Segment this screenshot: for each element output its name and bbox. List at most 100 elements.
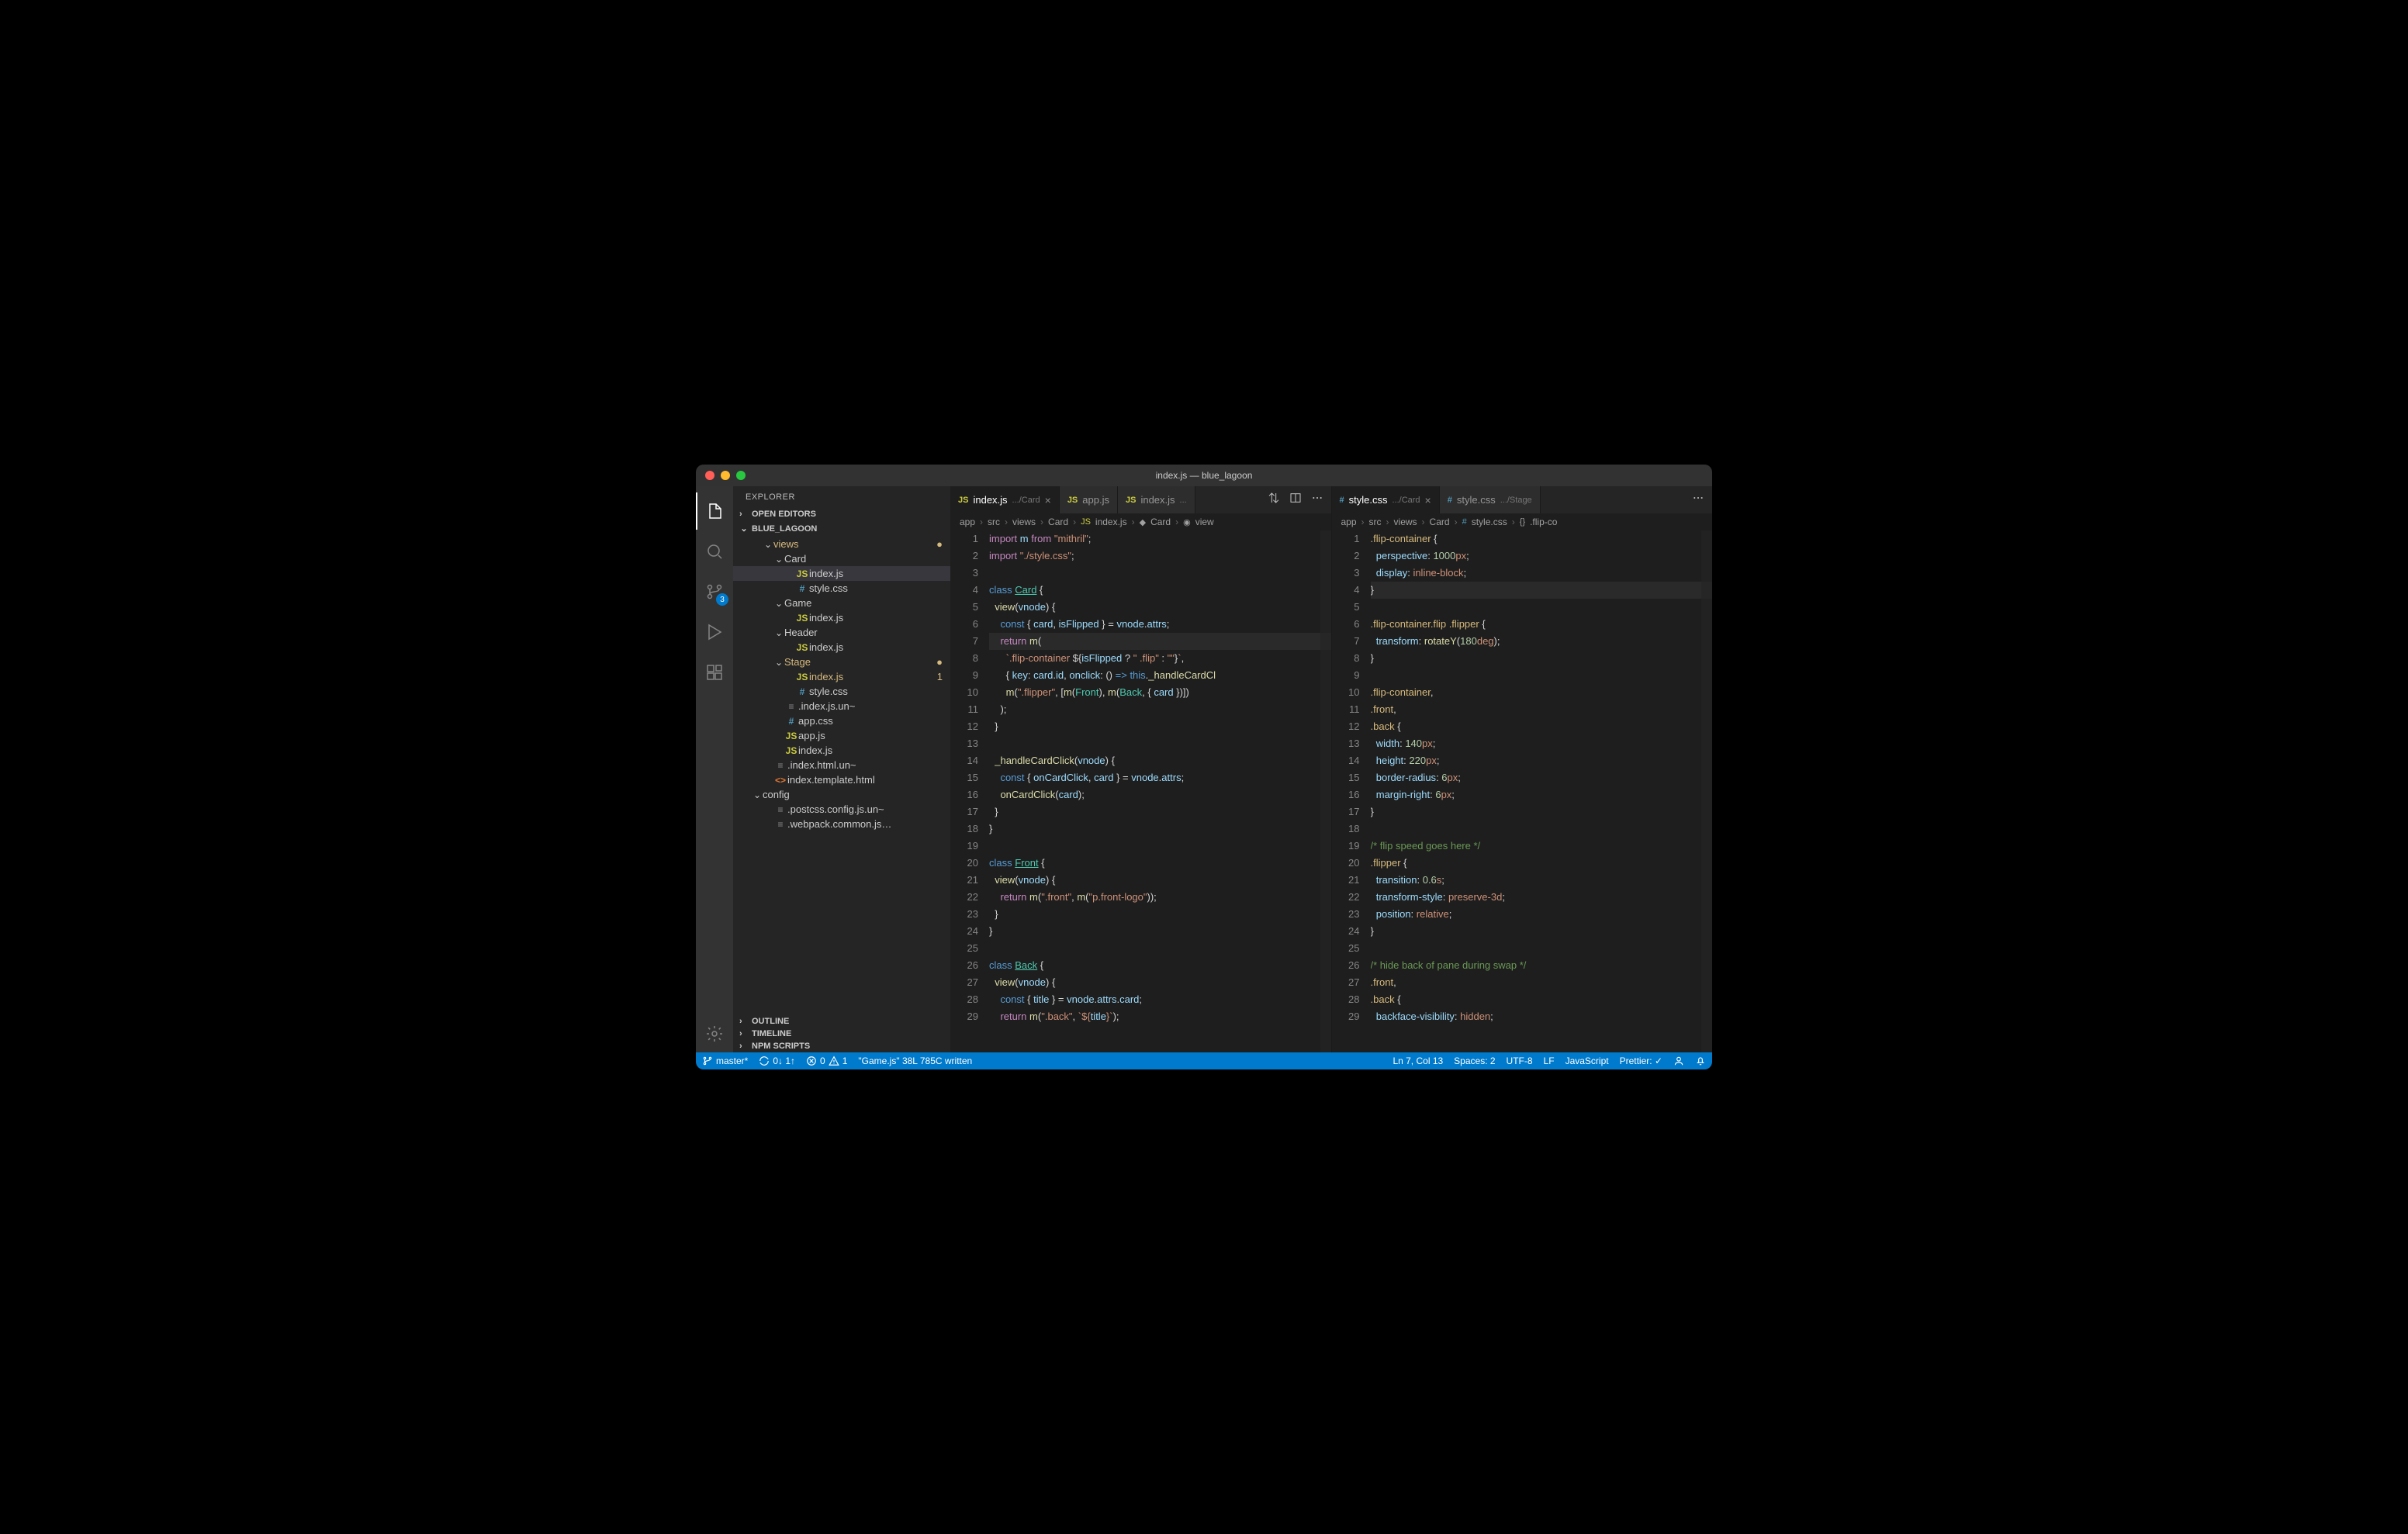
code-lines-1[interactable]: import m from "mithril";import "./style.… (989, 530, 1331, 1052)
compare-icon[interactable] (1268, 492, 1280, 508)
breadcrumb-item[interactable]: Card (1150, 517, 1171, 527)
breadcrumb-item[interactable]: src (1369, 517, 1382, 527)
feedback-icon (1673, 1055, 1684, 1066)
maximize-window-button[interactable] (736, 471, 746, 480)
minimap-1[interactable] (1320, 530, 1331, 1052)
editor-tab[interactable]: JSindex.js... (1118, 486, 1195, 513)
editor-tab[interactable]: JSindex.js.../Card× (950, 486, 1060, 513)
minimize-window-button[interactable] (721, 471, 730, 480)
timeline-section[interactable]: TIMELINE (733, 1028, 950, 1040)
class-icon: ◆ (1140, 517, 1146, 527)
tree-item-label: Game (784, 597, 811, 609)
close-window-button[interactable] (705, 471, 714, 480)
breadcrumb-item[interactable]: view (1195, 517, 1214, 527)
folder-item[interactable]: ⌄views● (733, 537, 950, 551)
editor-tab[interactable]: JSapp.js (1060, 486, 1118, 513)
js-file-icon: JS (795, 613, 809, 624)
folder-item[interactable]: ⌄Stage● (733, 655, 950, 669)
open-editors-section[interactable]: OPEN EDITORS (733, 508, 950, 520)
indentation-status[interactable]: Spaces: 2 (1454, 1055, 1495, 1066)
file-item[interactable]: JSindex.js (733, 743, 950, 758)
js-file-icon: JS (784, 731, 798, 741)
breadcrumb-item[interactable]: Card (1048, 517, 1068, 527)
editor-tab[interactable]: #style.css.../Stage (1440, 486, 1541, 513)
file-item[interactable]: #style.css (733, 684, 950, 699)
eol-status[interactable]: LF (1544, 1055, 1555, 1066)
modified-dot-icon: ● (936, 656, 943, 668)
breadcrumb-separator: › (1175, 517, 1178, 527)
file-item[interactable]: #app.css (733, 713, 950, 728)
encoding-status[interactable]: UTF-8 (1507, 1055, 1533, 1066)
folder-item[interactable]: ⌄Card (733, 551, 950, 566)
file-item[interactable]: ≡.webpack.common.js… (733, 817, 950, 831)
code-editor-1[interactable]: 1234567891011121314151617181920212223242… (950, 530, 1331, 1052)
settings-tab[interactable] (696, 1015, 733, 1052)
extensions-tab[interactable] (696, 654, 733, 691)
breadcrumb-item[interactable]: app (1341, 517, 1357, 527)
problems-status[interactable]: 0 1 (806, 1055, 847, 1066)
outline-section[interactable]: OUTLINE (733, 1015, 950, 1028)
file-item[interactable]: ≡.index.js.un~ (733, 699, 950, 713)
code-lines-2[interactable]: .flip-container { perspective: 1000px; d… (1371, 530, 1713, 1052)
css-file-icon: # (1340, 496, 1344, 505)
file-item[interactable]: JSindex.js (733, 640, 950, 655)
file-item[interactable]: ≡.postcss.config.js.un~ (733, 802, 950, 817)
html-file-icon: <> (773, 775, 787, 786)
cursor-position[interactable]: Ln 7, Col 13 (1393, 1055, 1443, 1066)
more-icon[interactable] (1692, 492, 1704, 508)
breadcrumb-item[interactable]: src (988, 517, 1000, 527)
minimap-2[interactable] (1701, 530, 1712, 1052)
breadcrumb-item[interactable]: views (1394, 517, 1417, 527)
breadcrumb-item[interactable]: Card (1430, 517, 1450, 527)
file-item[interactable]: <>index.template.html (733, 772, 950, 787)
prettier-status[interactable]: Prettier: ✓ (1620, 1055, 1662, 1066)
js-file-icon: JS (795, 672, 809, 682)
tree-item-label: index.js (809, 612, 843, 624)
breadcrumb-1[interactable]: app›src›views›Card›JSindex.js›◆Card›◉vie… (950, 513, 1331, 530)
breadcrumb-2[interactable]: app›src›views›Card›#style.css›{}.flip-co (1332, 513, 1713, 530)
close-tab-button[interactable]: × (1045, 494, 1051, 506)
breadcrumb-item[interactable]: .flip-co (1530, 517, 1557, 527)
breadcrumb-item[interactable]: app (960, 517, 975, 527)
file-file-icon: ≡ (773, 760, 787, 771)
file-item[interactable]: JSindex.js1 (733, 669, 950, 684)
file-item[interactable]: ≡.index.html.un~ (733, 758, 950, 772)
breadcrumb-item[interactable]: index.js (1095, 517, 1127, 527)
modified-count: 1 (937, 671, 943, 682)
tree-item-label: style.css (809, 582, 848, 594)
git-branch-status[interactable]: master* (702, 1055, 748, 1066)
editor-tab[interactable]: #style.css.../Card× (1332, 486, 1440, 513)
file-item[interactable]: #style.css (733, 581, 950, 596)
js-file-icon: JS (1067, 496, 1078, 505)
folder-root[interactable]: BLUE_LAGOON (733, 520, 950, 537)
notifications-button[interactable] (1695, 1055, 1706, 1066)
extensions-icon (705, 663, 724, 682)
folder-item[interactable]: ⌄Game (733, 596, 950, 610)
file-item[interactable]: JSapp.js (733, 728, 950, 743)
feedback-button[interactable] (1673, 1055, 1684, 1066)
scm-tab[interactable]: 3 (696, 573, 733, 610)
file-item[interactable]: JSindex.js (733, 610, 950, 625)
close-tab-button[interactable]: × (1425, 494, 1431, 506)
sync-status[interactable]: 0↓ 1↑ (759, 1055, 795, 1066)
more-icon[interactable] (1311, 492, 1323, 508)
npm-scripts-section[interactable]: NPM SCRIPTS (733, 1040, 950, 1052)
js-file-icon: JS (795, 642, 809, 653)
language-status[interactable]: JavaScript (1566, 1055, 1609, 1066)
code-editor-2[interactable]: 1234567891011121314151617181920212223242… (1332, 530, 1713, 1052)
css-icon: # (1462, 517, 1467, 527)
titlebar[interactable]: index.js — blue_lagoon (696, 465, 1712, 486)
tree-item-label: Card (784, 553, 806, 565)
chevron-down-icon: ⌄ (773, 554, 784, 565)
explorer-tab[interactable] (696, 492, 733, 530)
split-icon[interactable] (1289, 492, 1302, 508)
breadcrumb-item[interactable]: style.css (1472, 517, 1507, 527)
breadcrumb-item[interactable]: views (1012, 517, 1036, 527)
tree-item-label: views (773, 538, 799, 550)
file-item[interactable]: JSindex.js (733, 566, 950, 581)
folder-item[interactable]: ⌄Header (733, 625, 950, 640)
status-message: "Game.js" 38L 785C written (858, 1055, 972, 1066)
debug-tab[interactable] (696, 613, 733, 651)
folder-item[interactable]: ⌄config (733, 787, 950, 802)
search-tab[interactable] (696, 533, 733, 570)
